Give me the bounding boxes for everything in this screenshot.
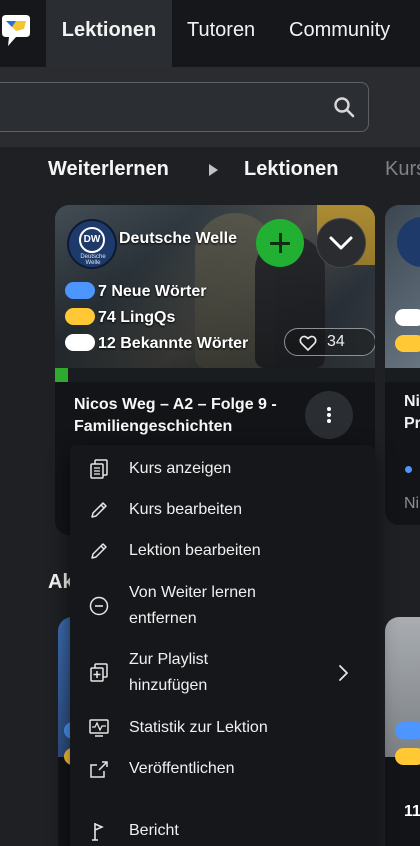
menu-item-veroeffentlichen[interactable]: Veröffentlichen (70, 756, 375, 796)
more-dot-icon (327, 407, 331, 411)
search-input[interactable] (11, 95, 311, 121)
tab-tutoren[interactable]: Tutoren (187, 0, 255, 67)
lesson-progress-bar (55, 368, 375, 382)
next-lesson-title-line2: Pr (404, 415, 420, 432)
menu-item-label-line1: Zur Playlist (129, 651, 209, 668)
menu-item-statistik-zur-lektion[interactable]: Statistik zur Lektion (70, 715, 375, 755)
stat-known-words: 12 Bekannte Wörter (65, 334, 248, 356)
tab-lektionen[interactable]: Lektionen (46, 0, 172, 67)
menu-item-kurs-bearbeiten[interactable]: Kurs bearbeiten (70, 497, 375, 537)
menu-item-label: Kurs bearbeiten (129, 501, 242, 518)
expand-button[interactable] (316, 218, 366, 268)
menu-item-label: Veröffentlichen (129, 760, 235, 777)
menu-item-zur-playlist-hinzufuegen[interactable]: Zur Playlist hinzufügen (70, 647, 375, 699)
breadcrumb-arrow-icon (209, 164, 218, 176)
tab-community[interactable]: Community (289, 0, 390, 67)
search-icon[interactable] (332, 95, 356, 119)
pencil-icon (91, 502, 107, 518)
add-lesson-button[interactable] (256, 219, 304, 267)
provider-name[interactable]: Deutsche Welle (119, 230, 237, 248)
stat-new-words: 7 Neue Wörter (65, 282, 206, 304)
known-words-pill-icon (65, 334, 95, 351)
chevron-right-icon (339, 665, 348, 681)
next-lesson-footer: Ni (404, 495, 420, 512)
top-navbar: Lektionen Tutoren Community (0, 0, 420, 67)
new-words-pill-icon (65, 282, 95, 299)
lesson-title[interactable]: Nicos Weg – A2 – Folge 9 - Familiengesch… (74, 394, 304, 438)
provider-avatar[interactable]: DW Deutsche Welle (67, 219, 117, 269)
breadcrumb-weiterlernen[interactable]: Weiterlernen (48, 158, 169, 181)
menu-item-label-line2: entfernen (129, 610, 197, 627)
breadcrumb-kurs[interactable]: Kurs (385, 158, 420, 181)
share-icon (90, 761, 108, 778)
more-dot-icon (327, 413, 331, 417)
lesson-card-right[interactable]: 11 (385, 617, 420, 846)
stat-new-words-label: 7 Neue Wörter (98, 283, 207, 300)
next-lesson-card[interactable]: Ni Pr Ni (385, 205, 420, 525)
next-lesson-progress-bar (385, 368, 420, 382)
stat-known-words-label: 12 Bekannte Wörter (98, 335, 249, 352)
chevron-down-icon (329, 236, 353, 250)
menu-item-lektion-bearbeiten[interactable]: Lektion bearbeiten (70, 538, 375, 578)
lesson-title-right: 11 (404, 803, 420, 820)
menu-item-label-line1: Von Weiter lernen (129, 584, 256, 601)
stat-lingqs: 74 LingQs (65, 308, 175, 330)
lingqs-pill-icon (395, 748, 420, 765)
more-options-button[interactable] (305, 391, 353, 439)
provider-badge-caption: Deutsche Welle (80, 254, 106, 266)
copy-icon (90, 459, 108, 479)
app-page: Lektionen Tutoren Community Weiterlernen… (0, 0, 420, 846)
menu-item-bericht[interactable]: Bericht (70, 818, 375, 846)
playlist-add-icon (90, 663, 108, 682)
menu-item-label-line2: hinzufügen (129, 677, 208, 694)
lesson-progress-fill (55, 368, 68, 382)
lesson-options-menu: Kurs anzeigen Kurs bearbeiten Lektion be… (70, 445, 375, 846)
status-dot-icon (405, 466, 412, 473)
stats-monitor-icon (89, 719, 109, 737)
flag-icon (92, 823, 104, 841)
menu-item-label: Bericht (129, 822, 179, 839)
menu-item-kurs-anzeigen[interactable]: Kurs anzeigen (70, 456, 375, 496)
known-words-pill-icon (395, 309, 420, 326)
minus-circle-icon (89, 596, 109, 616)
menu-item-label: Kurs anzeigen (129, 460, 232, 477)
stat-lingqs-label: 74 LingQs (98, 309, 176, 326)
next-lesson-title: Ni (404, 393, 420, 410)
menu-item-label: Lektion bearbeiten (129, 542, 261, 559)
heart-icon (299, 335, 317, 352)
new-words-pill-icon (395, 722, 420, 739)
more-dot-icon (327, 419, 331, 423)
menu-item-label: Statistik zur Lektion (129, 719, 268, 736)
pencil-icon (91, 543, 107, 559)
like-button[interactable]: 34 (284, 328, 375, 356)
breadcrumb-lektionen[interactable]: Lektionen (244, 158, 338, 181)
lingq-logo-icon[interactable] (0, 13, 32, 49)
lingqs-pill-icon (65, 308, 95, 325)
provider-badge-text: DW (79, 227, 105, 253)
menu-item-von-weiter-lernen-entfernen[interactable]: Von Weiter lernen entfernen (70, 580, 375, 632)
lingqs-pill-icon (395, 335, 420, 352)
like-count: 34 (327, 333, 345, 350)
search-box (0, 82, 369, 132)
